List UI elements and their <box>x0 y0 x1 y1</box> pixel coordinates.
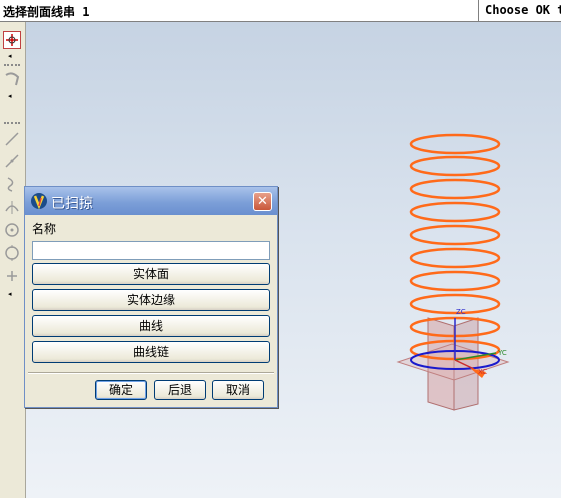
arc-icon[interactable] <box>3 198 21 216</box>
ok-button[interactable]: 确定 <box>95 380 147 400</box>
spline-icon[interactable] <box>3 70 21 88</box>
cancel-button[interactable]: 取消 <box>212 380 264 400</box>
circle-dot-icon[interactable] <box>3 221 21 239</box>
curve-button[interactable]: 曲线 <box>32 315 270 337</box>
status-line: Choose OK t <box>478 0 561 21</box>
line-icon[interactable] <box>3 130 21 148</box>
curve-chain-button[interactable]: 曲线链 <box>32 341 270 363</box>
toolbar-grip[interactable] <box>4 64 20 68</box>
yc-label: YC <box>497 349 507 357</box>
solid-edge-button[interactable]: 实体边缘 <box>32 289 270 311</box>
datum-plane-xy[interactable] <box>396 343 510 381</box>
circle-icon[interactable] <box>3 244 21 262</box>
close-icon: ✕ <box>257 194 268 209</box>
expand-arrow-2[interactable]: ◂ <box>8 92 12 100</box>
dialog-title: 已扫掠 <box>51 196 93 212</box>
expand-arrow-1[interactable]: ◂ <box>8 52 12 60</box>
xc-label: XC <box>478 368 487 376</box>
curve-icon[interactable] <box>3 175 21 193</box>
zc-label: ZC <box>456 308 466 316</box>
close-button[interactable]: ✕ <box>253 192 272 211</box>
point-icon[interactable] <box>3 267 21 285</box>
dialog-divider <box>28 372 274 374</box>
name-label: 名称 <box>32 222 57 236</box>
back-button[interactable]: 后退 <box>154 380 206 400</box>
line-tangent-icon[interactable] <box>3 152 21 170</box>
solid-face-button[interactable]: 实体面 <box>32 263 270 285</box>
snap-point-icon[interactable] <box>3 31 21 49</box>
name-field[interactable] <box>32 241 270 260</box>
left-toolbar: ◂ ◂ ◂ <box>0 22 26 498</box>
toolbar-grip-2[interactable] <box>4 122 20 126</box>
dialog-titlebar[interactable]: 已扫掠 ✕ <box>25 187 277 215</box>
expand-arrow-3[interactable]: ◂ <box>8 290 12 298</box>
app-icon <box>31 193 47 210</box>
swept-dialog: 已扫掠 ✕ 名称 实体面 实体边缘 曲线 曲线链 确定 后退 取消 <box>24 186 278 408</box>
cue-line: 选择剖面线串 1 Choose OK t <box>0 0 561 22</box>
cue-prompt: 选择剖面线串 1 <box>3 5 90 19</box>
